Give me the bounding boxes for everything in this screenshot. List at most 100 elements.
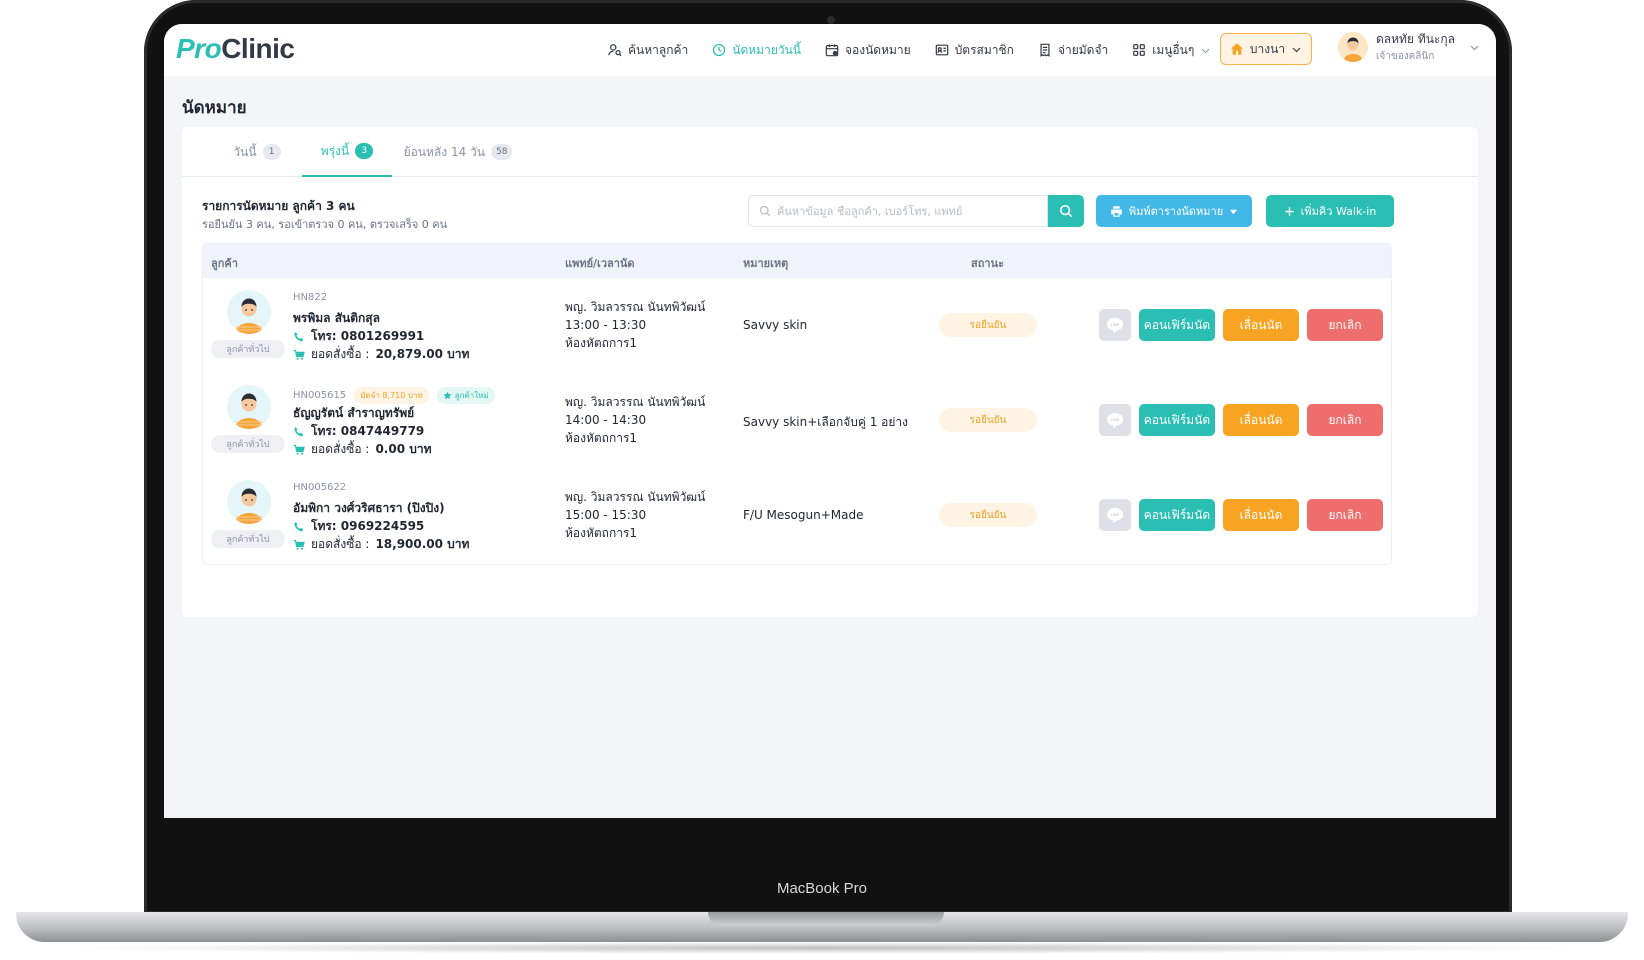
- confirm-appointment-button[interactable]: คอนเฟิร์มนัด: [1139, 404, 1215, 436]
- nav-deposit[interactable]: จ่ายมัดจำ: [1038, 41, 1108, 60]
- branch-label: บางนา: [1249, 41, 1286, 56]
- purchase-amount: 20,879.00 บาท: [375, 347, 470, 361]
- laptop-shadow: [60, 942, 1584, 954]
- header-customer: ลูกค้า: [211, 257, 238, 270]
- cancel-appointment-button[interactable]: ยกเลิก: [1307, 309, 1383, 341]
- purchase-label: ยอดสั่งซื้อ :: [311, 537, 370, 551]
- chevron-down-icon: [1202, 48, 1210, 53]
- receipt-icon: [1040, 43, 1050, 57]
- purchase-amount: 18,900.00 บาท: [375, 537, 470, 551]
- tab-count-badge: 58: [490, 144, 513, 160]
- customer-purchase: ยอดสั่งซื้อ : 20,879.00 บาท: [293, 345, 469, 364]
- customer-purchase: ยอดสั่งซื้อ : 18,900.00 บาท: [293, 535, 469, 554]
- hn-number: HN822: [293, 292, 328, 303]
- phone-icon: [294, 521, 304, 531]
- postpone-appointment-button[interactable]: เลื่อนนัด: [1223, 404, 1299, 436]
- line-message-button[interactable]: LINE: [1099, 404, 1131, 436]
- postpone-appointment-button[interactable]: เลื่อนนัด: [1223, 499, 1299, 531]
- summary-title: รายการนัดหมาย ลูกค้า 3 คน: [202, 199, 355, 213]
- nav-customer-search[interactable]: ค้นหาลูกค้า: [608, 41, 688, 60]
- device-label: MacBook Pro: [776, 880, 868, 897]
- cancel-appointment-button[interactable]: ยกเลิก: [1307, 499, 1383, 531]
- customer-phone: โทร: 0847449779: [293, 422, 424, 441]
- camera-dot: [827, 16, 835, 24]
- customer-phone: โทร: 0969224595: [293, 517, 424, 536]
- nav-today-appointments[interactable]: นัดหมายวันนี้: [712, 41, 801, 60]
- customer-type-badge: ลูกค้าทั่วไป: [211, 530, 285, 548]
- purchase-amount: 0.00 บาท: [375, 442, 432, 456]
- tab-tomorrow[interactable]: พรุ่งนี้ 3: [302, 127, 392, 177]
- line-message-button[interactable]: LINE: [1099, 499, 1131, 531]
- customer-type-badge: ลูกค้าทั่วไป: [211, 340, 285, 358]
- user-name: ดลหทัย ทีนะกุล: [1376, 32, 1455, 46]
- grid-icon: [1133, 44, 1146, 56]
- customer-avatar: [227, 385, 271, 429]
- appointment-time: 15:00 - 15:30: [565, 508, 647, 522]
- doctor-schedule: พญ. วิมลวรรณ นันทพิวัฒน์ 13:00 - 13:30 ห…: [565, 298, 705, 352]
- search-icon: [1059, 204, 1073, 218]
- user-menu[interactable]: ดลหทัย ทีนะกุล เจ้าของคลินิก: [1338, 30, 1480, 64]
- nav-label: จองนัดหมาย: [845, 42, 911, 57]
- customer-name: ธัญญรัตน์ สำราญทรัพย์: [293, 406, 415, 420]
- appointment-note: Savvy skin: [743, 318, 808, 332]
- search-box: [748, 195, 1048, 227]
- room-name: ห้องหัตถการ1: [565, 526, 638, 540]
- cart-icon: [293, 349, 305, 360]
- nav-other-menu[interactable]: เมนูอื่นๆ: [1132, 41, 1211, 60]
- logo-clinic: Clinic: [221, 33, 295, 64]
- cart-icon: [293, 539, 305, 550]
- appointment-time: 14:00 - 14:30: [565, 413, 647, 427]
- avatar: [1338, 32, 1368, 62]
- laptop-notch: [708, 912, 944, 926]
- confirm-appointment-button[interactable]: คอนเฟิร์มนัด: [1139, 309, 1215, 341]
- new-customer-label: ลูกค้าใหม่: [454, 391, 489, 400]
- phone-number: โทร: 0969224595: [311, 519, 425, 533]
- table-row[interactable]: ลูกค้าทั่วไป HN005622 อัมพิกา วงศ์วริศธา…: [203, 468, 1391, 563]
- tab-count-badge: 1: [262, 144, 281, 160]
- user-search-icon: [608, 44, 622, 57]
- customer-hn: HN005622: [293, 482, 346, 493]
- proclinic-logo[interactable]: ProClinic: [176, 33, 295, 65]
- plus-icon: [1285, 206, 1294, 216]
- deposit-badge: มัดจำ 8,710 บาท: [354, 387, 429, 404]
- table-header: ลูกค้า แพทย์/เวลานัด หมายเหตุ สถานะ: [203, 244, 1391, 278]
- add-walkin-button[interactable]: เพิ่มคิว Walk-in: [1266, 195, 1394, 227]
- summary-subtitle: รอยืนยัน 3 คน, รอเข้าตรวจ 0 คน, ตรวจเสร็…: [202, 218, 448, 231]
- app-screen: ProClinic ค้นหาลูกค้า นัดหมายวันนี้ จองน…: [164, 24, 1496, 818]
- cart-icon: [293, 444, 305, 455]
- table-row[interactable]: ลูกค้าทั่วไป HN822 พรพิมล สันติกสุล โทร:…: [203, 278, 1391, 373]
- nav-label: ค้นหาลูกค้า: [628, 42, 689, 57]
- branch-selector[interactable]: บางนา: [1220, 33, 1312, 65]
- tab-today[interactable]: วันนี้ 1: [202, 127, 312, 177]
- line-message-button[interactable]: LINE: [1099, 309, 1131, 341]
- page-title: นัดหมาย: [182, 98, 247, 118]
- search-input[interactable]: [777, 204, 1037, 218]
- customer-phone: โทร: 0801269991: [293, 327, 424, 346]
- status-badge: รอยืนยัน: [939, 503, 1037, 527]
- doctor-schedule: พญ. วิมลวรรณ นันทพิวัฒน์ 15:00 - 15:30 ห…: [565, 488, 705, 542]
- line-icon-text: LINE: [1111, 418, 1120, 422]
- customer-hn: HN005615 มัดจำ 8,710 บาท ลูกค้าใหม่: [293, 387, 495, 404]
- print-schedule-button[interactable]: พิมพ์ตารางนัดหมาย: [1096, 195, 1252, 227]
- customer-purchase: ยอดสั่งซื้อ : 0.00 บาท: [293, 440, 432, 459]
- search-button[interactable]: [1048, 195, 1084, 227]
- nav-label: จ่ายมัดจำ: [1057, 42, 1109, 57]
- home-icon: [1230, 43, 1244, 55]
- confirm-appointment-button[interactable]: คอนเฟิร์มนัด: [1139, 499, 1215, 531]
- tab-count-badge: 3: [355, 143, 374, 159]
- tab-label: ย้อนหลัง 14 วัน: [403, 144, 485, 159]
- tab-past-14-days[interactable]: ย้อนหลัง 14 วัน 58: [396, 127, 520, 177]
- table-row[interactable]: ลูกค้าทั่วไป HN005615 มัดจำ 8,710 บาท ลู…: [203, 373, 1391, 468]
- cancel-appointment-button[interactable]: ยกเลิก: [1307, 404, 1383, 436]
- nav-member-card[interactable]: บัตรสมาชิก: [935, 41, 1014, 60]
- doctor-name: พญ. วิมลวรรณ นันทพิวัฒน์: [565, 300, 706, 314]
- appointment-time: 13:00 - 13:30: [565, 318, 647, 332]
- chevron-down-icon: [1292, 47, 1301, 52]
- star-icon: [443, 391, 452, 400]
- purchase-label: ยอดสั่งซื้อ :: [311, 442, 370, 456]
- tab-label: พรุ่งนี้: [320, 143, 350, 158]
- nav-book-appointment[interactable]: จองนัดหมาย: [825, 41, 911, 60]
- postpone-appointment-button[interactable]: เลื่อนนัด: [1223, 309, 1299, 341]
- customer-name: อัมพิกา วงศ์วริศธารา (ปิงปิง): [293, 501, 445, 515]
- tab-label: วันนี้: [233, 144, 257, 159]
